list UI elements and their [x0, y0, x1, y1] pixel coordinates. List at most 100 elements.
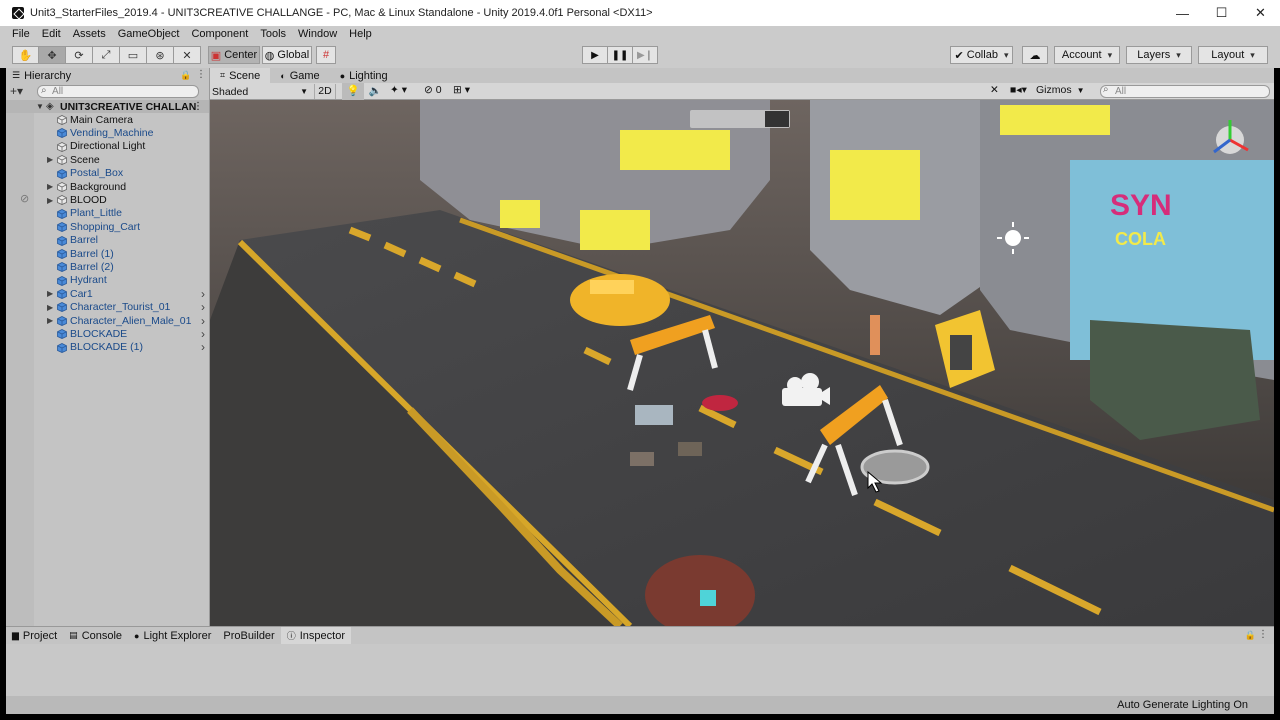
game-controller-icon: ◐ [280, 70, 286, 81]
scene-name: UNIT3CREATIVE CHALLAN [60, 100, 197, 113]
menu-tools[interactable]: Tools [254, 28, 292, 40]
scene-menu-icon[interactable]: ⋮ [193, 101, 203, 112]
prefab-cube-icon [57, 289, 67, 300]
hierarchy-item[interactable]: ▶ Character_Alien_Male_01 › [6, 314, 209, 328]
expand-arrow-icon[interactable]: ▶ [47, 303, 53, 312]
close-button[interactable]: ✕ [1241, 0, 1280, 26]
layout-dropdown[interactable]: Layout [1198, 46, 1268, 64]
hierarchy-item[interactable]: Directional Light [6, 140, 209, 153]
grid-snap-button[interactable]: # [316, 46, 336, 64]
panel-menu-icon[interactable]: ⋮ [196, 69, 206, 80]
menu-file[interactable]: File [6, 28, 36, 40]
tab-light-explorer[interactable]: ● Light Explorer [128, 627, 217, 644]
hierarchy-item[interactable]: Shopping_Cart [6, 220, 209, 233]
menu-component[interactable]: Component [185, 28, 254, 40]
transform-tool-button[interactable]: ⊛ [147, 46, 174, 64]
grid-dropdown[interactable]: ⊞ ▾ [453, 84, 483, 96]
collab-dropdown[interactable]: ✔ Collab [950, 46, 1013, 64]
tab-inspector-label: Inspector [299, 629, 345, 642]
pivot-label: Center [224, 49, 258, 61]
scale-tool-button[interactable]: ⤢ [93, 46, 120, 64]
tab-console[interactable]: ▤ Console [63, 627, 128, 644]
move-tool-button[interactable]: ✥ [39, 46, 66, 64]
hierarchy-item[interactable]: BLOCKADE (1) › [6, 340, 209, 354]
open-prefab-icon[interactable]: › [201, 300, 205, 314]
pause-button[interactable]: ❚❚ [607, 46, 633, 64]
open-prefab-icon[interactable]: › [201, 340, 205, 354]
expand-arrow-icon[interactable]: ▶ [47, 289, 53, 298]
hierarchy-item[interactable]: Plant_Little [6, 207, 209, 220]
hierarchy-item[interactable]: ▶ Car1 › [6, 287, 209, 301]
hand-tool-button[interactable]: ✋ [12, 46, 39, 64]
menu-help[interactable]: Help [343, 28, 378, 40]
hierarchy-search-input[interactable]: All [37, 84, 200, 98]
account-dropdown[interactable]: Account [1054, 46, 1120, 64]
hierarchy-item[interactable]: Hydrant [6, 274, 209, 287]
vending-machine-panel [950, 335, 972, 370]
camera-dropdown[interactable]: ■◂▾ [1010, 84, 1036, 96]
step-button[interactable]: ▶❙ [632, 46, 658, 64]
hierarchy-item[interactable]: ▶ BLOOD [6, 193, 209, 206]
menu-gameobject[interactable]: GameObject [112, 28, 186, 40]
pivot-global-button[interactable]: ◍ Global [262, 46, 312, 64]
tab-project[interactable]: ▆ Project [6, 627, 63, 644]
open-prefab-icon[interactable]: › [201, 287, 205, 301]
expand-arrow-icon[interactable]: ▼ [36, 102, 44, 111]
effects-dropdown[interactable]: ✦ ▾ [390, 84, 420, 96]
hierarchy-item[interactable]: Main Camera [6, 113, 209, 126]
minimize-button[interactable]: — [1163, 0, 1202, 26]
hidden-objects-toggle[interactable]: ⊘ 0 [424, 84, 450, 96]
maximize-button[interactable]: ☐ [1202, 0, 1241, 26]
hierarchy-item[interactable]: ▶ Character_Tourist_01 › [6, 300, 209, 314]
hierarchy-item[interactable]: Barrel (2) [6, 260, 209, 273]
hierarchy-item[interactable]: Postal_Box [6, 167, 209, 180]
rotate-tool-button[interactable]: ⟳ [66, 46, 93, 64]
tab-probuilder[interactable]: ProBuilder [217, 627, 280, 644]
bottom-panel: ▆ Project ▤ Console ● Light Explorer ProBui… [6, 626, 1274, 697]
scene-root-row[interactable]: ▼ ◈ UNIT3CREATIVE CHALLAN ⋮ [6, 100, 209, 113]
gizmos-dropdown[interactable]: Gizmos ▼ [1036, 84, 1092, 96]
bottom-menu-icon[interactable]: ⋮ [1258, 629, 1268, 640]
hierarchy-tab[interactable]: ☰ Hierarchy 🔒 ⋮ [6, 68, 209, 83]
open-prefab-icon[interactable]: › [201, 327, 205, 341]
cloud-button[interactable]: ☁ [1022, 46, 1048, 64]
expand-arrow-icon[interactable]: ▶ [47, 196, 53, 205]
expand-arrow-icon[interactable]: ▶ [47, 316, 53, 325]
account-label: Account [1062, 49, 1112, 61]
status-bar: Auto Generate Lighting On [6, 696, 1274, 714]
hierarchy-item[interactable]: Barrel (1) [6, 247, 209, 260]
hierarchy-item[interactable]: Vending_Machine [6, 126, 209, 139]
scene-tool-overlay[interactable] [690, 110, 790, 128]
unity-scene-icon: ◈ [46, 101, 54, 112]
menu-window[interactable]: Window [292, 28, 343, 40]
open-prefab-icon[interactable]: › [201, 314, 205, 328]
list-icon: ☰ [12, 70, 21, 80]
tools-toggle[interactable]: ✕ [990, 84, 1006, 96]
play-button[interactable]: ▶ [582, 46, 608, 64]
pivot-center-button[interactable]: ▣ Center [208, 46, 260, 64]
hierarchy-item[interactable]: BLOCKADE › [6, 327, 209, 341]
custom-tool-button[interactable]: ✕ [174, 46, 201, 64]
create-plus-icon[interactable]: +▾ [10, 84, 23, 98]
scene-viewport[interactable]: SYN COLA [210, 100, 1274, 626]
layers-dropdown[interactable]: Layers [1126, 46, 1192, 64]
scene-lighting-toggle[interactable]: 💡 [342, 83, 364, 100]
hierarchy-item[interactable]: Barrel [6, 234, 209, 247]
expand-arrow-icon[interactable]: ▶ [47, 182, 53, 191]
menu-edit[interactable]: Edit [36, 28, 67, 40]
bottom-lock-icon[interactable]: 🔒 [1245, 630, 1256, 641]
lock-icon[interactable]: 🔒 [180, 70, 191, 81]
2d-toggle-button[interactable]: 2D [314, 84, 336, 99]
tab-scene[interactable]: ⌗ Scene [210, 68, 271, 83]
shading-mode-dropdown[interactable]: Shaded ▼ [212, 85, 310, 98]
expand-arrow-icon[interactable]: ▶ [47, 155, 53, 164]
hierarchy-item[interactable]: ▶ Scene [6, 153, 209, 166]
tab-inspector[interactable]: ⓘ Inspector [280, 627, 351, 644]
menu-assets[interactable]: Assets [67, 28, 112, 40]
audio-toggle[interactable]: 🔈 [367, 84, 383, 97]
tab-game[interactable]: ◐ Game [270, 68, 329, 83]
rect-tool-button[interactable]: ▭ [120, 46, 147, 64]
scene-search-input[interactable]: All [1100, 85, 1270, 98]
hierarchy-item[interactable]: ▶ Background [6, 180, 209, 193]
tab-lighting[interactable]: ● Lighting [330, 68, 398, 83]
